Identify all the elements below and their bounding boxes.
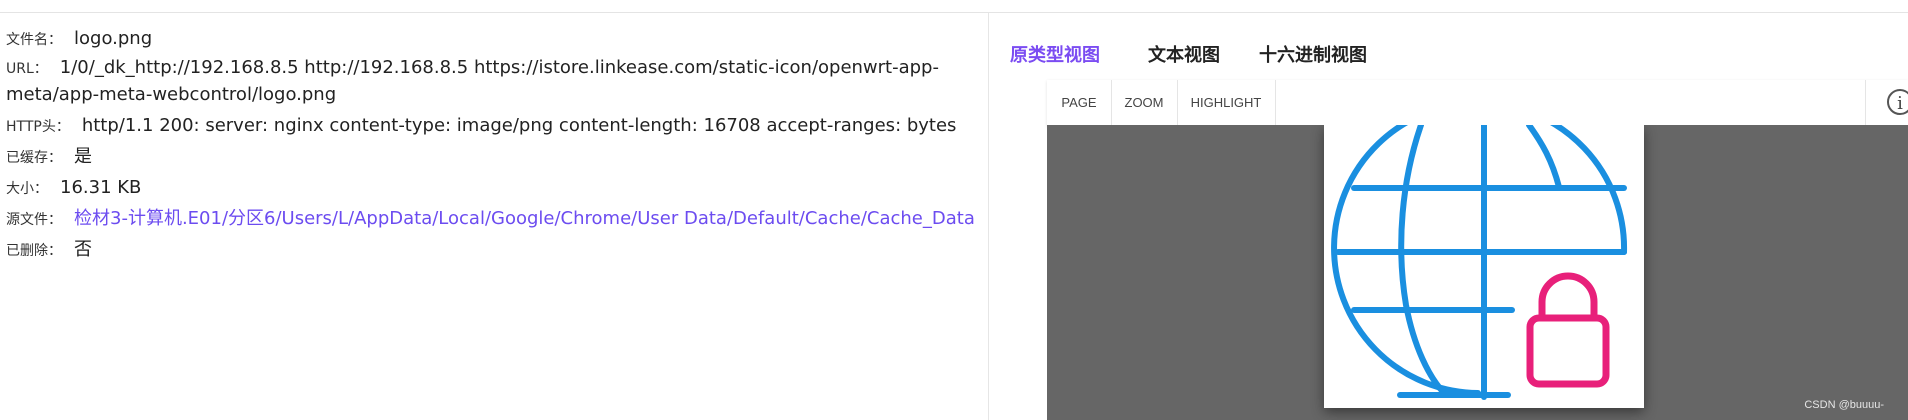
- toolbar-divider: [1865, 80, 1866, 125]
- tab-native-view[interactable]: 原类型视图: [1010, 41, 1100, 67]
- prop-deleted-label: 已删除：: [6, 243, 62, 259]
- prop-cached: 已缓存： 是: [6, 144, 92, 171]
- info-icon[interactable]: i: [1887, 89, 1908, 115]
- highlight-button[interactable]: HIGHLIGHT: [1177, 80, 1276, 125]
- prop-url: URL： 1/0/_dk_http://192.168.8.5 http://19…: [6, 55, 981, 107]
- prop-deleted-value[interactable]: 否: [74, 239, 92, 260]
- file-properties-panel: 文件名： logo.png URL： 1/0/_dk_http://192.168.…: [0, 13, 989, 420]
- viewer-toolbar: PAGE ZOOM HIGHLIGHT i: [1047, 80, 1908, 126]
- globe-lock-icon: [1331, 125, 1628, 400]
- page-button[interactable]: PAGE: [1047, 80, 1112, 125]
- prop-filename-value[interactable]: logo.png: [74, 28, 152, 49]
- prop-source-file: 源文件： 检材3-计算机.E01/分区6/Users/L/AppData/Loca…: [6, 206, 981, 233]
- image-preview: [1324, 125, 1644, 408]
- preview-panel: 原类型视图 文本视图 十六进制视图 PAGE ZOOM HIGHLIGHT i: [989, 13, 1908, 420]
- prop-filename: 文件名： logo.png: [6, 26, 976, 53]
- zoom-button[interactable]: ZOOM: [1111, 80, 1178, 125]
- watermark: CSDN @buuuu-: [1804, 399, 1884, 411]
- prop-http-header-label: HTTP头：: [6, 119, 70, 135]
- prop-filename-label: 文件名：: [6, 32, 62, 48]
- image-viewer: PAGE ZOOM HIGHLIGHT i CSDN @buuuu-: [1047, 80, 1908, 420]
- prop-cached-label: 已缓存：: [6, 150, 62, 166]
- tab-text-view[interactable]: 文本视图: [1148, 41, 1220, 67]
- prop-size-value[interactable]: 16.31 KB: [60, 177, 141, 198]
- prop-source-file-label: 源文件：: [6, 212, 62, 228]
- prop-http-header: HTTP头： http/1.1 200: server: nginx conten…: [6, 113, 981, 140]
- image-stage: CSDN @buuuu-: [1047, 125, 1908, 420]
- prop-url-label: URL：: [6, 61, 48, 77]
- prop-deleted: 已删除： 否: [6, 237, 92, 264]
- prop-size: 大小： 16.31 KB: [6, 175, 141, 202]
- prop-size-label: 大小：: [6, 181, 48, 197]
- prop-cached-value[interactable]: 是: [74, 146, 92, 167]
- prop-source-file-link[interactable]: 检材3-计算机.E01/分区6/Users/L/AppData/Local/Go…: [74, 208, 975, 229]
- prop-http-header-value[interactable]: http/1.1 200: server: nginx content-type…: [82, 115, 957, 136]
- tab-hex-view[interactable]: 十六进制视图: [1259, 41, 1367, 67]
- prop-url-value[interactable]: 1/0/_dk_http://192.168.8.5 http://192.16…: [6, 57, 939, 105]
